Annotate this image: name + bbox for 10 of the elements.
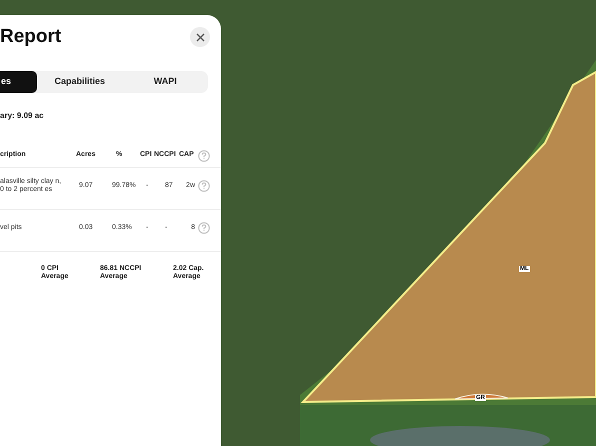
help-icon[interactable] [198,222,210,234]
close-button[interactable] [190,27,210,48]
help-icon[interactable] [198,150,210,162]
tab[interactable]: es [0,70,37,92]
summary-text: ary: 9.09 ac [0,110,45,122]
tab[interactable]: Capabilities [37,70,122,92]
help-icon[interactable] [198,180,210,192]
tab[interactable]: WAPI [122,70,208,92]
close-icon [196,32,204,42]
panel-title: Report [0,25,62,49]
